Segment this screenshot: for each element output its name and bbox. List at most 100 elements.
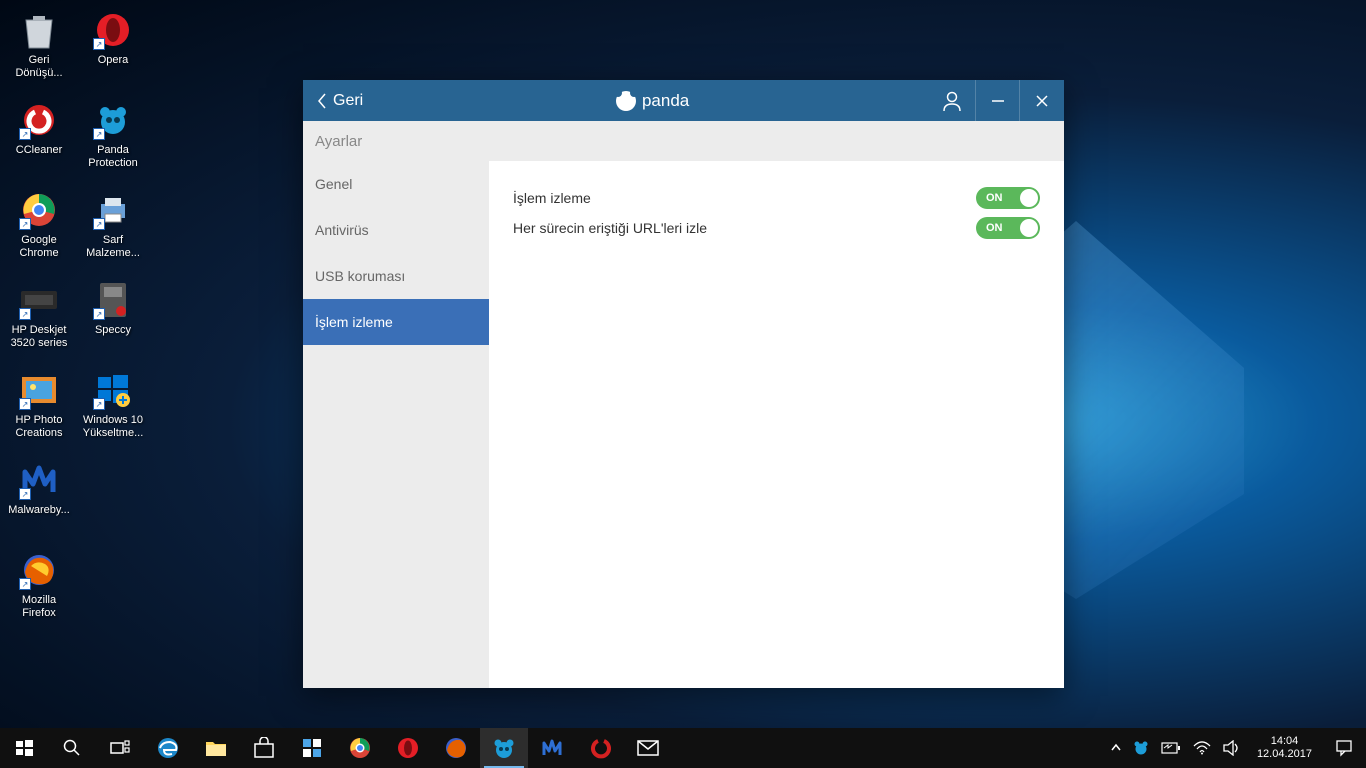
desktop-icon-ccleaner[interactable]: ↗ CCleaner bbox=[6, 98, 72, 188]
icon-label: Opera bbox=[98, 54, 129, 67]
desktop-icon-hp-deskjet[interactable]: ↗ HP Deskjet 3520 series bbox=[6, 278, 72, 368]
folder-icon bbox=[205, 739, 227, 757]
sidebar-label: Antivirüs bbox=[315, 222, 369, 238]
tray-wifi[interactable] bbox=[1187, 728, 1217, 768]
desktop-icon-chrome[interactable]: ↗ Google Chrome bbox=[6, 188, 72, 278]
user-icon bbox=[942, 90, 962, 112]
close-icon bbox=[1035, 94, 1049, 108]
tray-panda[interactable] bbox=[1127, 728, 1155, 768]
back-label: Geri bbox=[333, 92, 363, 110]
brand-text: panda bbox=[642, 91, 689, 111]
taskbar: 14:04 12.04.2017 bbox=[0, 728, 1366, 768]
sidebar-item-islem-izleme[interactable]: İşlem izleme bbox=[303, 299, 489, 345]
sidebar-item-genel[interactable]: Genel bbox=[303, 161, 489, 207]
taskbar-ccleaner[interactable] bbox=[576, 728, 624, 768]
icon-label: HP Photo Creations bbox=[6, 414, 72, 440]
sidebar-item-usb[interactable]: USB koruması bbox=[303, 253, 489, 299]
desktop-icon-win10-upgrade[interactable]: ↗ Windows 10 Yükseltme... bbox=[80, 368, 146, 458]
clock-time: 14:04 bbox=[1257, 735, 1312, 748]
desktop-icon-panda[interactable]: ↗ Panda Protection bbox=[80, 98, 146, 188]
icon-label: Speccy bbox=[95, 324, 131, 337]
photo-icon: ↗ bbox=[17, 368, 61, 412]
chevron-left-icon bbox=[317, 93, 327, 109]
icon-label: Mozilla Firefox bbox=[6, 594, 72, 620]
tray-battery[interactable] bbox=[1155, 728, 1187, 768]
opera-icon: ↗ bbox=[91, 8, 135, 52]
icon-label: Geri Dönüşü... bbox=[6, 54, 72, 80]
windows-icon: ↗ bbox=[91, 368, 135, 412]
device-icon: ↗ bbox=[17, 278, 61, 322]
panda-icon bbox=[493, 737, 515, 759]
desktop: Geri Dönüşü... ↗ Opera ↗ CCleaner ↗ Pand… bbox=[0, 0, 152, 646]
malwarebytes-icon bbox=[541, 737, 563, 759]
taskbar-firefox[interactable] bbox=[432, 728, 480, 768]
taskbar-panda[interactable] bbox=[480, 728, 528, 768]
desktop-icon-firefox[interactable]: ↗ Mozilla Firefox bbox=[6, 548, 72, 638]
edge-icon bbox=[156, 736, 180, 760]
desktop-icon-recycle-bin[interactable]: Geri Dönüşü... bbox=[6, 8, 72, 98]
clock[interactable]: 14:04 12.04.2017 bbox=[1247, 735, 1322, 761]
chevron-up-icon bbox=[1111, 743, 1121, 753]
subheader-title: Ayarlar bbox=[315, 133, 362, 150]
search-button[interactable] bbox=[48, 728, 96, 768]
action-center-button[interactable] bbox=[1322, 728, 1366, 768]
chrome-icon: ↗ bbox=[17, 188, 61, 232]
taskview-button[interactable] bbox=[96, 728, 144, 768]
taskbar-security[interactable] bbox=[288, 728, 336, 768]
icon-label: Malwareby... bbox=[8, 504, 70, 517]
wifi-icon bbox=[1193, 741, 1211, 755]
taskbar-mail[interactable] bbox=[624, 728, 672, 768]
opera-icon bbox=[397, 737, 419, 759]
recycle-bin-icon bbox=[17, 8, 61, 52]
sidebar-item-antivirus[interactable]: Antivirüs bbox=[303, 207, 489, 253]
taskbar-chrome[interactable] bbox=[336, 728, 384, 768]
ccleaner-icon: ↗ bbox=[17, 98, 61, 142]
ccleaner-icon bbox=[589, 737, 611, 759]
tray-overflow[interactable] bbox=[1105, 728, 1127, 768]
start-button[interactable] bbox=[0, 728, 48, 768]
chrome-icon bbox=[349, 737, 371, 759]
speccy-icon: ↗ bbox=[91, 278, 135, 322]
brand-logo: panda bbox=[377, 91, 928, 111]
icon-label: Sarf Malzeme... bbox=[80, 234, 146, 260]
taskbar-store[interactable] bbox=[240, 728, 288, 768]
malwarebytes-icon: ↗ bbox=[17, 458, 61, 502]
windows-icon bbox=[16, 740, 33, 757]
close-button[interactable] bbox=[1020, 80, 1064, 121]
sidebar-label: Genel bbox=[315, 176, 352, 192]
taskbar-edge[interactable] bbox=[144, 728, 192, 768]
minimize-button[interactable] bbox=[976, 80, 1020, 121]
setting-row-process-monitor: İşlem izleme ON bbox=[513, 183, 1040, 213]
firefox-icon bbox=[445, 737, 467, 759]
shield-icon bbox=[301, 737, 323, 759]
toggle-url-monitor[interactable]: ON bbox=[976, 217, 1040, 239]
panda-window: Geri panda Ayarlar Genel Antivirüs USB k… bbox=[303, 80, 1064, 688]
setting-label: Her sürecin eriştiği URL'leri izle bbox=[513, 220, 707, 236]
clock-date: 12.04.2017 bbox=[1257, 748, 1312, 761]
tray-volume[interactable] bbox=[1217, 728, 1247, 768]
titlebar: Geri panda bbox=[303, 80, 1064, 121]
desktop-icon-opera[interactable]: ↗ Opera bbox=[80, 8, 146, 98]
desktop-icon-malwarebytes[interactable]: ↗ Malwareby... bbox=[6, 458, 72, 548]
icon-label: Google Chrome bbox=[6, 234, 72, 260]
desktop-icon-speccy[interactable]: ↗ Speccy bbox=[80, 278, 146, 368]
toggle-state: ON bbox=[986, 192, 1003, 204]
back-button[interactable]: Geri bbox=[303, 80, 377, 121]
desktop-icon-hp-photo[interactable]: ↗ HP Photo Creations bbox=[6, 368, 72, 458]
taskbar-explorer[interactable] bbox=[192, 728, 240, 768]
panda-tray-icon bbox=[1133, 740, 1149, 756]
taskbar-malwarebytes[interactable] bbox=[528, 728, 576, 768]
user-button[interactable] bbox=[928, 80, 976, 121]
desktop-icon-sarf[interactable]: ↗ Sarf Malzeme... bbox=[80, 188, 146, 278]
toggle-knob bbox=[1020, 219, 1038, 237]
taskbar-opera[interactable] bbox=[384, 728, 432, 768]
panda-logo-icon bbox=[616, 91, 636, 111]
battery-icon bbox=[1161, 742, 1181, 754]
subheader: Ayarlar bbox=[303, 121, 1064, 161]
minimize-icon bbox=[991, 94, 1005, 108]
toggle-process-monitor[interactable]: ON bbox=[976, 187, 1040, 209]
settings-content: İşlem izleme ON Her sürecin eriştiği URL… bbox=[489, 161, 1064, 688]
search-icon bbox=[63, 739, 81, 757]
system-tray: 14:04 12.04.2017 bbox=[1105, 728, 1366, 768]
mail-icon bbox=[637, 740, 659, 756]
